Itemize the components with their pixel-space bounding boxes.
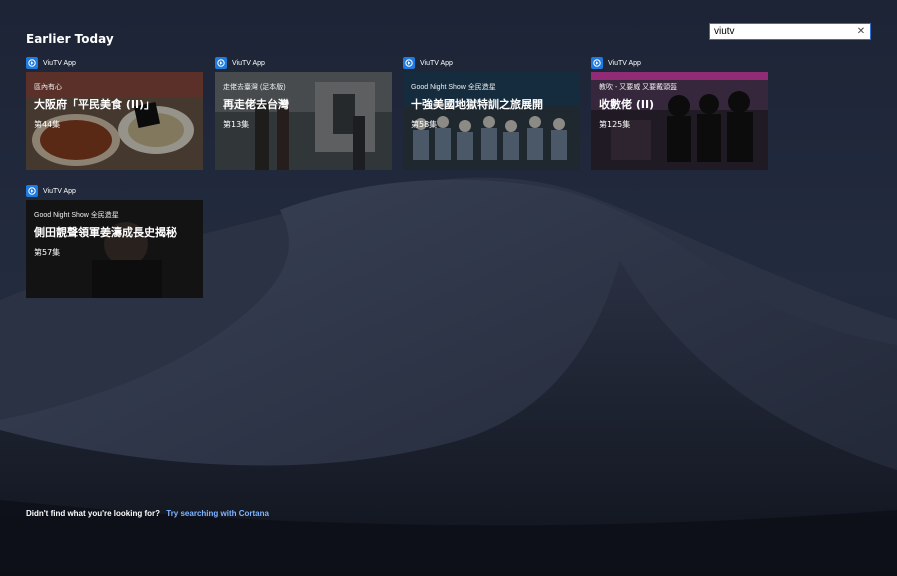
viutv-app-icon	[403, 57, 415, 69]
app-name: ViuTV App	[43, 187, 76, 195]
tile-header: ViuTV App	[26, 56, 203, 70]
tile-header: ViuTV App	[403, 56, 580, 70]
result-tile[interactable]: ViuTV App 教吹 - 又要威 又要戴頭盔 收數佬 (II) 第125集	[591, 56, 768, 170]
viutv-app-icon	[26, 185, 38, 197]
result-card[interactable]: 教吹 - 又要威 又要戴頭盔 收數佬 (II) 第125集	[591, 72, 768, 170]
result-card[interactable]: Good Night Show 全民造星 側田靚聲領軍姜濤成長史揭秘 第57集	[26, 200, 203, 298]
card-title: 收數佬 (II)	[599, 98, 655, 111]
card-episode: 第125集	[599, 120, 631, 129]
card-episode: 第57集	[34, 248, 61, 257]
app-name: ViuTV App	[232, 59, 265, 67]
tile-header: ViuTV App	[26, 184, 203, 198]
app-name: ViuTV App	[420, 59, 453, 67]
footer: Didn't find what you're looking for? Try…	[26, 509, 269, 518]
search-input[interactable]	[714, 24, 856, 39]
card-episode: 第13集	[223, 120, 250, 129]
viutv-app-icon	[215, 57, 227, 69]
card-episode: 第44集	[34, 120, 61, 129]
card-subtitle: Good Night Show 全民造星	[34, 212, 119, 219]
card-title: 側田靚聲領軍姜濤成長史揭秘	[34, 226, 177, 239]
tile-header: ViuTV App	[591, 56, 768, 70]
close-icon[interactable]: ✕	[856, 26, 866, 37]
card-subtitle: 教吹 - 又要威 又要戴頭盔	[599, 84, 678, 91]
result-tile[interactable]: ViuTV App 區內有心 大阪府「平民美食 (II)」 第44集	[26, 56, 203, 170]
result-card[interactable]: 區內有心 大阪府「平民美食 (II)」 第44集	[26, 72, 203, 170]
card-episode: 第58集	[411, 120, 438, 129]
card-title: 大阪府「平民美食 (II)」	[34, 98, 156, 111]
result-card[interactable]: 走佬去臺灣 (足本版) 再走佬去台灣 第13集	[215, 72, 392, 170]
card-title: 十強美國地獄特訓之旅展開	[411, 98, 543, 111]
search-box[interactable]: ✕	[709, 23, 871, 40]
card-subtitle: 區內有心	[34, 84, 62, 91]
viutv-app-icon	[591, 57, 603, 69]
app-name: ViuTV App	[43, 59, 76, 67]
app-name: ViuTV App	[608, 59, 641, 67]
result-tile[interactable]: ViuTV App 走佬去臺灣 (足本版) 再走佬去台灣 第13集	[215, 56, 392, 170]
card-subtitle: Good Night Show 全民造星	[411, 84, 496, 91]
viutv-app-icon	[26, 57, 38, 69]
cortana-search-link[interactable]: Try searching with Cortana	[166, 509, 269, 518]
footer-question: Didn't find what you're looking for?	[26, 509, 161, 518]
card-title: 再走佬去台灣	[223, 98, 289, 111]
result-card[interactable]: Good Night Show 全民造星 十強美國地獄特訓之旅展開 第58集	[403, 72, 580, 170]
tile-header: ViuTV App	[215, 56, 392, 70]
result-tile[interactable]: ViuTV App Good Night Show 全民造星 側田靚聲領軍姜濤成…	[26, 184, 203, 298]
result-tile[interactable]: ViuTV App Good Night Show 全民造星 十強美國地獄特訓之…	[403, 56, 580, 170]
card-subtitle: 走佬去臺灣 (足本版)	[223, 84, 286, 91]
section-title: Earlier Today	[26, 32, 114, 46]
